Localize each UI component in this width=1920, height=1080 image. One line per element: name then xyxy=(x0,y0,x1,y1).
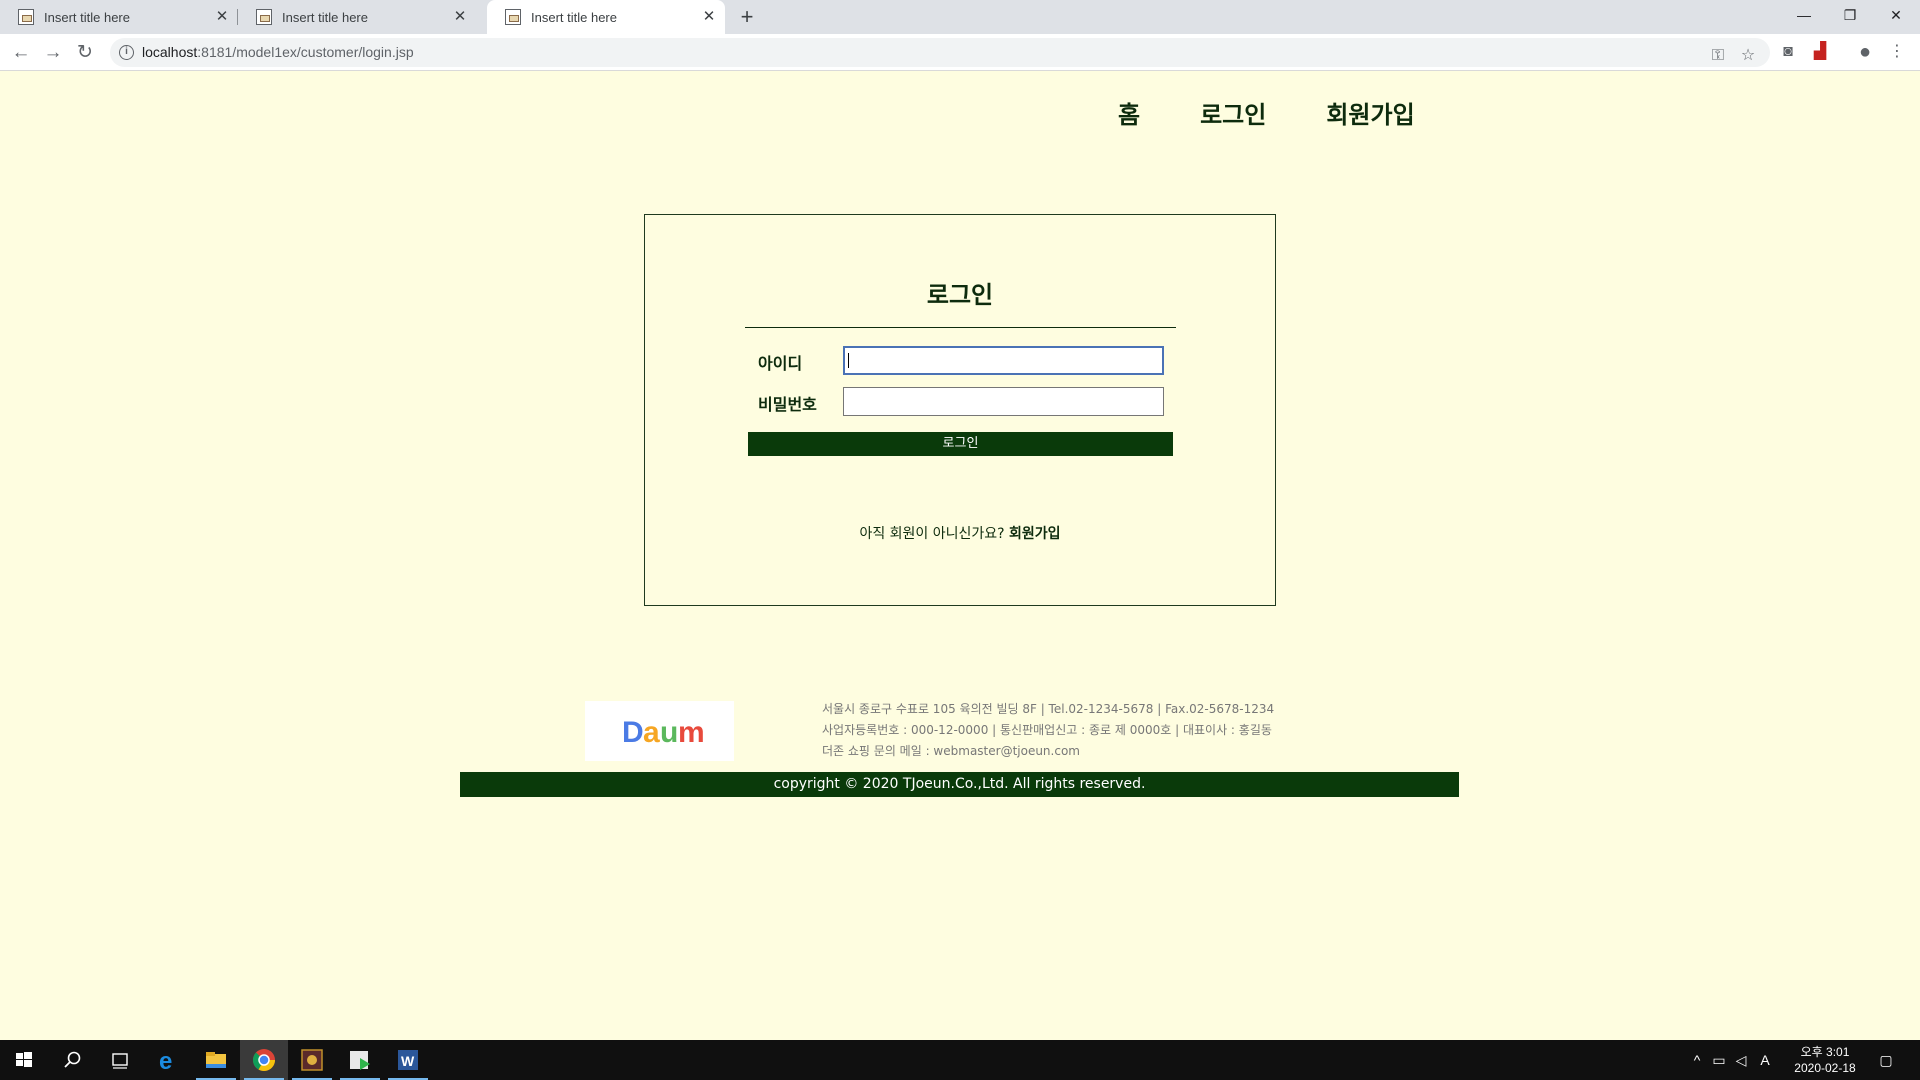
forward-arrow-icon[interactable]: → xyxy=(39,39,67,67)
browser-toolbar: ← → ↻ i localhost:8181/model1ex/customer… xyxy=(0,34,1920,71)
nav-login-link[interactable]: 로그인 xyxy=(1200,95,1266,130)
browser-tab-active[interactable]: Insert title here ✕ xyxy=(487,0,725,34)
nav-join-link[interactable]: 회원가입 xyxy=(1326,95,1414,130)
task-view-icon[interactable] xyxy=(96,1040,144,1080)
windows-taskbar: e W ^ ▭ ◁ A 오후 3:01 2020-02-18 ▢ xyxy=(0,1040,1920,1080)
id-label: 아이디 xyxy=(758,354,803,373)
tab-title: Insert title here xyxy=(282,9,368,25)
svg-text:u: u xyxy=(660,716,678,749)
signup-link[interactable]: 회원가입 xyxy=(1009,526,1061,542)
media-app-icon[interactable] xyxy=(336,1040,384,1080)
camera-icon[interactable]: ◙ xyxy=(1776,40,1800,64)
close-tab-icon[interactable]: ✕ xyxy=(452,9,468,25)
svg-text:m: m xyxy=(678,716,705,749)
daum-logo-icon: D a u m xyxy=(622,716,705,749)
page-favicon-icon xyxy=(256,9,272,25)
search-icon[interactable] xyxy=(48,1040,96,1080)
close-window-icon[interactable]: ✕ xyxy=(1873,0,1919,30)
signup-prompt-text: 아직 회원이 아니신가요? xyxy=(859,526,1005,542)
signup-prompt: 아직 회원이 아니신가요? 회원가입 xyxy=(645,523,1275,543)
star-icon[interactable]: ☆ xyxy=(1736,44,1760,68)
account-icon[interactable]: ● xyxy=(1853,40,1877,64)
url-text[interactable]: localhost:8181/model1ex/customer/login.j… xyxy=(142,44,414,60)
tab-title: Insert title here xyxy=(531,9,617,25)
login-heading: 로그인 xyxy=(926,281,994,309)
daum-logo: D a u m xyxy=(585,701,734,761)
clock-date: 2020-02-18 xyxy=(1794,1061,1856,1075)
password-input[interactable] xyxy=(843,387,1164,416)
app-icon[interactable] xyxy=(288,1040,336,1080)
url-path: :8181/model1ex/customer/login.jsp xyxy=(197,44,414,60)
edge-browser-icon[interactable]: e xyxy=(144,1040,192,1080)
footer-info: 서울시 종로구 수표로 105 육의전 빌딩 8F | Tel.02-1234-… xyxy=(822,699,1274,762)
browser-tab-strip: Insert title here ✕ Insert title here ✕ … xyxy=(0,0,1920,34)
password-label: 비밀번호 xyxy=(758,395,817,414)
page-content: 홈 로그인 회원가입 로그인 아이디 비밀번호 로그인 아직 회원이 아니신가요… xyxy=(0,71,1920,1040)
ime-indicator[interactable]: A xyxy=(1755,1050,1775,1070)
page-favicon-icon xyxy=(18,9,34,25)
page-favicon-icon xyxy=(505,9,521,25)
back-arrow-icon[interactable]: ← xyxy=(7,39,35,67)
tab-title: Insert title here xyxy=(44,9,130,25)
word-icon[interactable]: W xyxy=(384,1040,432,1080)
svg-text:a: a xyxy=(643,716,660,749)
taskbar-clock[interactable]: 오후 3:01 2020-02-18 xyxy=(1780,1044,1870,1076)
browser-tab[interactable]: Insert title here ✕ xyxy=(0,0,238,34)
minimize-window-icon[interactable]: — xyxy=(1781,0,1827,30)
close-tab-icon[interactable]: ✕ xyxy=(701,9,717,25)
svg-text:W: W xyxy=(401,1053,415,1069)
clock-time: 오후 3:01 xyxy=(1800,1045,1850,1059)
chrome-icon[interactable] xyxy=(240,1040,288,1080)
close-tab-icon[interactable]: ✕ xyxy=(214,9,230,25)
reload-icon[interactable]: ↻ xyxy=(71,39,99,67)
key-icon[interactable]: ⚿ xyxy=(1706,44,1730,68)
footer-business: 사업자등록번호 : 000-12-0000 | 통신판매업신고 : 종로 제 0… xyxy=(822,723,1272,737)
volume-muted-icon[interactable]: ◁ xyxy=(1731,1050,1751,1070)
footer-address: 서울시 종로구 수표로 105 육의전 빌딩 8F | Tel.02-1234-… xyxy=(822,702,1275,716)
footer-email: 더존 쇼핑 문의 메일 : webmaster@tjoeun.com xyxy=(822,744,1080,758)
nav-home-link[interactable]: 홈 xyxy=(1118,95,1140,130)
top-navigation: 홈 로그인 회원가입 xyxy=(1118,95,1475,130)
svg-text:e: e xyxy=(159,1048,172,1075)
login-box: 로그인 아이디 비밀번호 로그인 아직 회원이 아니신가요? 회원가입 xyxy=(644,214,1276,606)
chevron-up-icon[interactable]: ^ xyxy=(1687,1050,1707,1070)
svg-text:D: D xyxy=(622,716,644,749)
login-submit-button[interactable]: 로그인 xyxy=(748,432,1173,456)
notification-icon[interactable]: ▢ xyxy=(1876,1050,1896,1070)
url-host: localhost xyxy=(142,44,198,60)
info-icon[interactable]: i xyxy=(119,45,134,60)
file-explorer-icon[interactable] xyxy=(192,1040,240,1080)
address-bar[interactable]: i localhost:8181/model1ex/customer/login… xyxy=(110,38,1770,67)
browser-tab[interactable]: Insert title here ✕ xyxy=(238,0,476,34)
pdf-icon[interactable]: ▟ xyxy=(1808,40,1832,64)
windows-start-icon[interactable] xyxy=(0,1040,48,1080)
restore-window-icon[interactable]: ❐ xyxy=(1827,0,1873,30)
network-icon[interactable]: ▭ xyxy=(1709,1050,1729,1070)
id-input[interactable] xyxy=(843,346,1164,375)
heading-divider xyxy=(745,327,1176,328)
new-tab-plus-icon[interactable]: + xyxy=(735,5,759,29)
menu-icon[interactable]: ⋮ xyxy=(1885,40,1909,64)
copyright-bar: copyright © 2020 TJoeun.Co.,Ltd. All rig… xyxy=(460,772,1459,797)
text-caret xyxy=(848,353,849,368)
